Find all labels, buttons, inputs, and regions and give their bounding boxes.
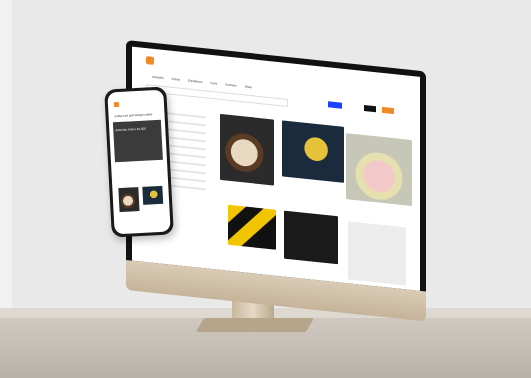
brand-logo[interactable]: [146, 56, 154, 65]
smartphone: Collect art and design online Artworks U…: [104, 86, 174, 238]
monitor-screen: Artworks Artists Exhibitions Fairs Aucti…: [132, 46, 420, 291]
primary-button[interactable]: [328, 101, 342, 109]
artwork-thumbnail[interactable]: [142, 185, 164, 205]
phone-screen: Collect art and design online Artworks U…: [107, 89, 171, 235]
search-input[interactable]: [146, 84, 288, 108]
artwork-thumbnail[interactable]: [220, 113, 274, 186]
artwork-thumbnail[interactable]: [348, 221, 406, 286]
nav-item[interactable]: Auctions: [225, 82, 237, 87]
artwork-thumbnail[interactable]: [228, 204, 276, 250]
nav-item[interactable]: Shop: [245, 84, 252, 89]
login-button[interactable]: [364, 105, 376, 113]
nav-item[interactable]: Artworks: [152, 75, 164, 80]
monitor-foot: [195, 318, 315, 332]
brand-logo[interactable]: [113, 101, 120, 108]
artwork-thumbnail[interactable]: [118, 187, 140, 213]
nav-item[interactable]: Fairs: [211, 81, 218, 86]
phone-headline: Collect art and design online: [114, 112, 153, 119]
nav-item[interactable]: Exhibitions: [188, 79, 203, 85]
artwork-thumbnail[interactable]: [282, 120, 344, 183]
join-button[interactable]: [382, 106, 394, 115]
artwork-thumbnail[interactable]: [284, 210, 338, 265]
product-mockup-scene: Artworks Artists Exhibitions Fairs Aucti…: [0, 0, 531, 378]
desktop-monitor: Artworks Artists Exhibitions Fairs Aucti…: [126, 40, 426, 322]
artwork-thumbnail[interactable]: [346, 133, 412, 207]
nav-item[interactable]: Artists: [172, 77, 180, 82]
monitor-bezel: Artworks Artists Exhibitions Fairs Aucti…: [126, 40, 426, 322]
